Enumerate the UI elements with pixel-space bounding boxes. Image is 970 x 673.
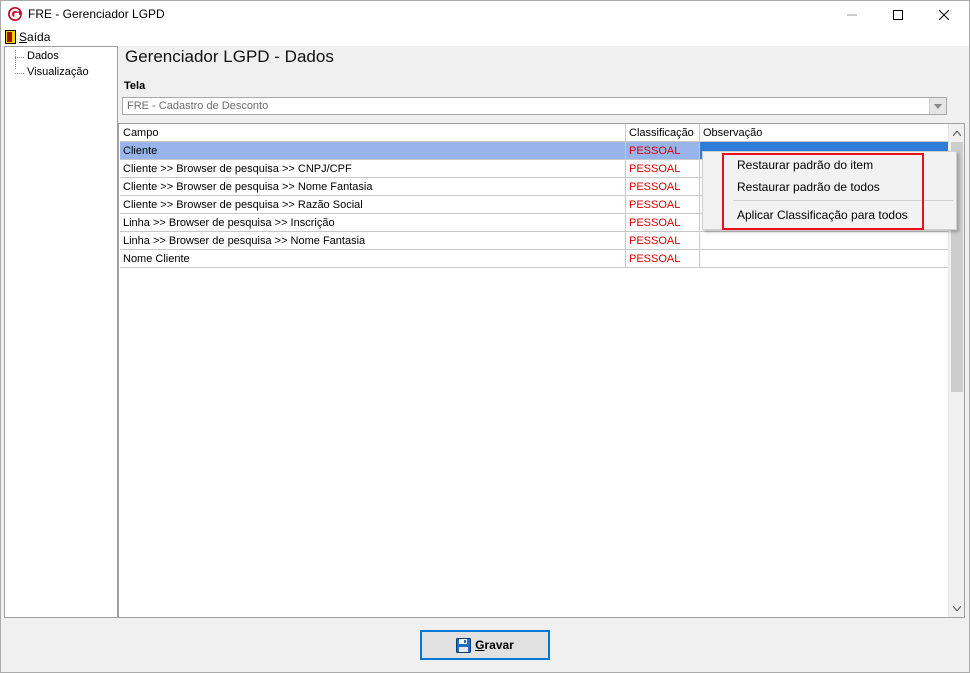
tree-item-label: Dados — [27, 50, 59, 62]
highlight-annotation-box — [722, 153, 924, 230]
close-button[interactable] — [921, 1, 967, 28]
column-header-campo[interactable]: Campo — [120, 124, 626, 142]
table-row[interactable]: Linha >> Browser de pesquisa >> Nome Fan… — [120, 232, 949, 250]
maximize-button[interactable] — [875, 1, 921, 28]
cell-classificacao[interactable]: PESSOAL — [626, 232, 700, 250]
minimize-button[interactable] — [829, 1, 875, 28]
scroll-down-button[interactable] — [949, 600, 965, 616]
tela-select-value: FRE - Cadastro de Desconto — [127, 100, 269, 112]
menu-bar: Saída — [1, 28, 969, 46]
exit-door-icon — [5, 30, 16, 44]
cell-classificacao[interactable]: PESSOAL — [626, 250, 700, 268]
save-disk-icon — [456, 637, 472, 653]
chevron-down-icon — [953, 605, 961, 611]
gravar-button-label: Gravar — [475, 638, 514, 652]
cell-classificacao[interactable]: PESSOAL — [626, 178, 700, 196]
cell-campo[interactable]: Linha >> Browser de pesquisa >> Inscriçã… — [120, 214, 626, 232]
table-row[interactable]: Nome Cliente PESSOAL — [120, 250, 949, 268]
gravar-button[interactable]: Gravar — [420, 630, 550, 660]
cell-classificacao[interactable]: PESSOAL — [626, 160, 700, 178]
menu-saida[interactable]: Saída — [5, 29, 50, 45]
minimize-icon — [847, 14, 857, 15]
tela-select[interactable]: FRE - Cadastro de Desconto — [122, 97, 947, 115]
maximize-icon — [893, 9, 903, 20]
cell-campo[interactable]: Cliente >> Browser de pesquisa >> Razão … — [120, 196, 626, 214]
column-header-classificacao[interactable]: Classificação — [626, 124, 700, 142]
menu-saida-label: Saída — [19, 30, 51, 44]
dropdown-arrow-button[interactable] — [929, 98, 946, 114]
title-bar[interactable]: FRE - Gerenciador LGPD — [1, 1, 969, 28]
app-logo-icon — [8, 7, 22, 21]
close-icon — [939, 9, 949, 20]
chevron-up-icon — [953, 130, 961, 136]
tela-label: Tela — [124, 80, 146, 92]
navigation-tree: Dados Visualização — [4, 46, 118, 618]
column-header-observacao[interactable]: Observação — [700, 124, 949, 142]
cell-campo[interactable]: Cliente >> Browser de pesquisa >> Nome F… — [120, 178, 626, 196]
cell-classificacao[interactable]: PESSOAL — [626, 196, 700, 214]
chevron-down-icon — [934, 103, 942, 109]
cell-classificacao[interactable]: PESSOAL — [626, 142, 700, 160]
scroll-up-button[interactable] — [949, 125, 965, 141]
tree-item-dados[interactable]: Dados — [5, 50, 59, 65]
window-title: FRE - Gerenciador LGPD — [28, 7, 165, 21]
cell-campo[interactable]: Cliente — [120, 142, 626, 160]
cell-campo[interactable]: Nome Cliente — [120, 250, 626, 268]
cell-observacao[interactable] — [700, 250, 949, 268]
cell-classificacao[interactable]: PESSOAL — [626, 214, 700, 232]
tree-item-label: Visualização — [27, 66, 89, 78]
page-title: Gerenciador LGPD - Dados — [125, 47, 334, 66]
tree-item-visualizacao[interactable]: Visualização — [5, 66, 89, 81]
app-window: FRE - Gerenciador LGPD Saída Dados Visua… — [0, 0, 970, 673]
cell-campo[interactable]: Linha >> Browser de pesquisa >> Nome Fan… — [120, 232, 626, 250]
cell-campo[interactable]: Cliente >> Browser de pesquisa >> CNPJ/C… — [120, 160, 626, 178]
grid-header: Campo Classificação Observação — [120, 124, 949, 142]
cell-observacao[interactable] — [700, 232, 949, 250]
